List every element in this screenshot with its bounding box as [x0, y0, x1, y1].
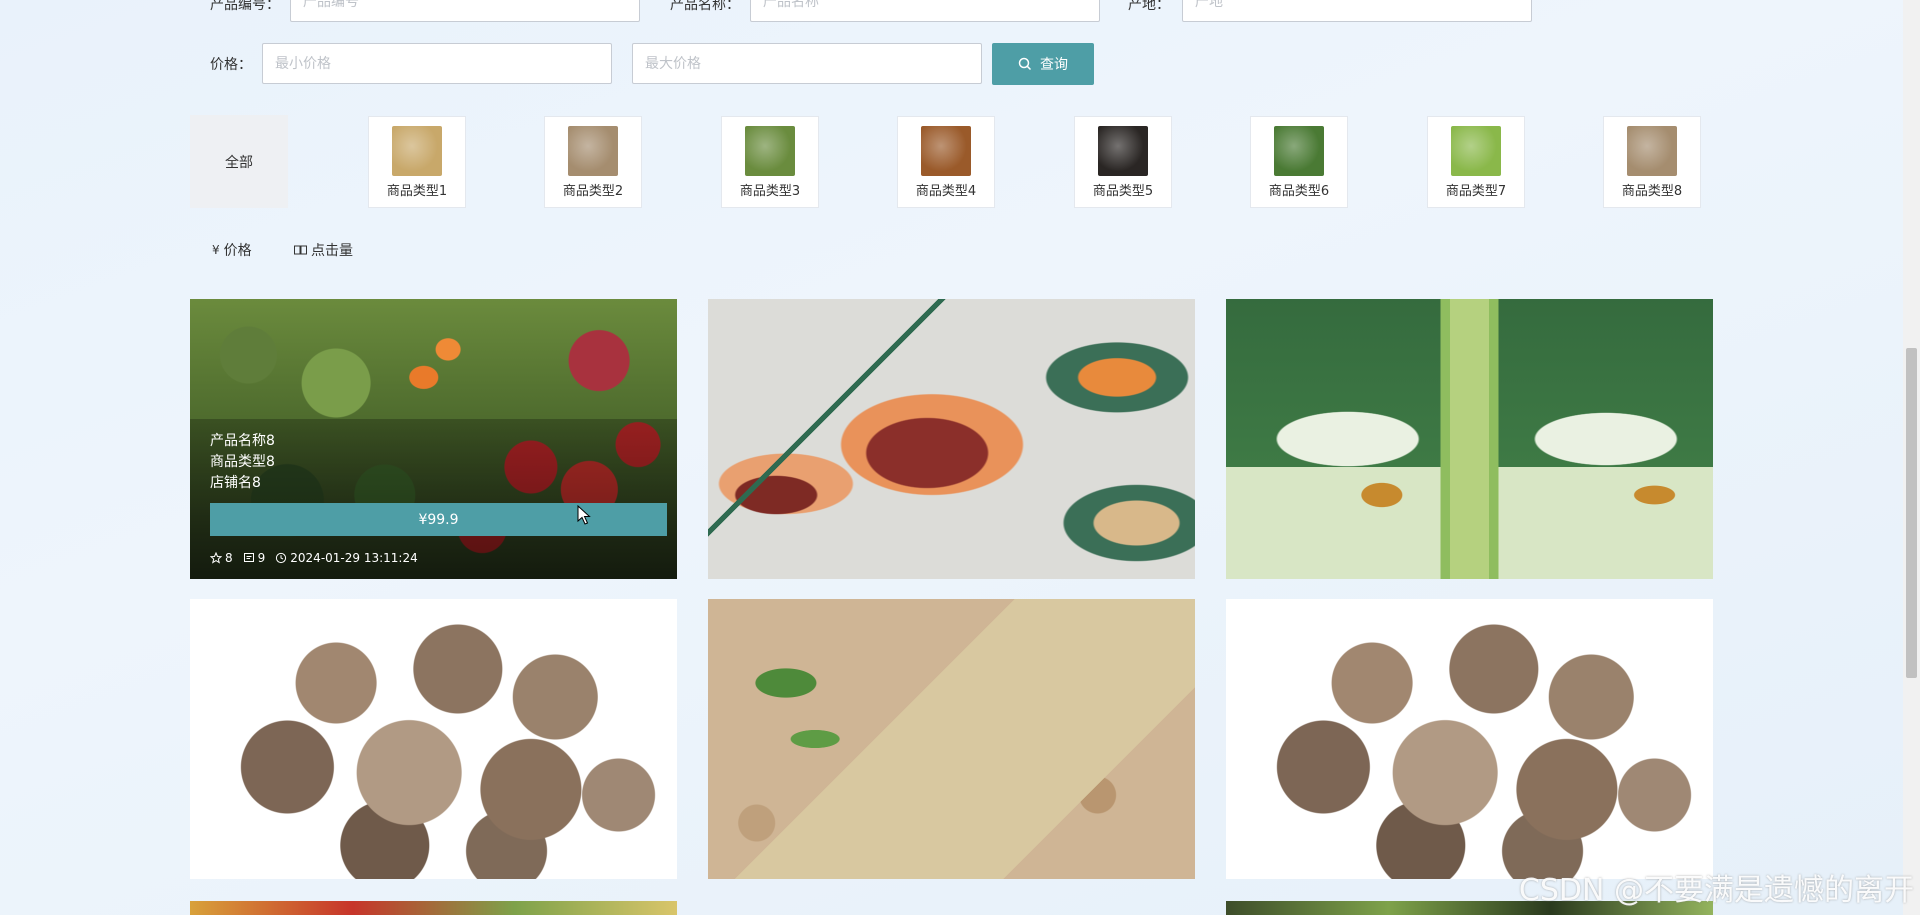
category-item[interactable]: 商品类型6 — [1250, 116, 1348, 208]
product-card[interactable] — [1226, 299, 1713, 579]
product-price: ¥99.9 — [418, 511, 459, 528]
price-label: 价格： — [210, 57, 252, 73]
category-item[interactable]: 商品类型2 — [544, 116, 642, 208]
product-image — [708, 599, 1195, 879]
search-icon — [1018, 57, 1032, 71]
product-meta: 8 9 2024-01-29 13:11:24 — [210, 551, 418, 565]
category-item[interactable]: 商品类型7 — [1427, 116, 1525, 208]
product-card[interactable] — [1226, 599, 1713, 879]
category-thumbnail — [568, 126, 618, 176]
publish-time: 2024-01-29 13:11:24 — [290, 551, 418, 565]
category-thumbnail — [1451, 126, 1501, 176]
category-all[interactable]: 全部 — [190, 115, 288, 208]
mouse-cursor-icon — [577, 505, 591, 525]
star-icon — [210, 552, 222, 564]
product-image — [190, 599, 677, 879]
yen-icon: ¥ — [212, 243, 220, 257]
category-item[interactable]: 商品类型8 — [1603, 116, 1701, 208]
category-thumbnail — [745, 126, 795, 176]
product-name-label: 产品名称： — [670, 0, 740, 13]
category-thumbnail — [1098, 126, 1148, 176]
category-item[interactable]: 商品类型1 — [368, 116, 466, 208]
product-type: 商品类型8 — [210, 454, 275, 470]
price-bar[interactable]: ¥99.9 — [210, 503, 667, 536]
book-icon — [294, 245, 307, 255]
category-thumbnail — [1627, 126, 1677, 176]
category-item[interactable]: 商品类型5 — [1074, 116, 1172, 208]
product-code-label: 产品编号： — [210, 0, 280, 13]
click-count: 9 — [257, 551, 266, 565]
origin-input[interactable] — [1182, 0, 1532, 22]
category-label: 商品类型6 — [1268, 184, 1330, 199]
product-code-input[interactable] — [290, 0, 640, 22]
scrollbar-thumb[interactable] — [1906, 348, 1917, 678]
sort-price-label: 价格 — [223, 243, 252, 259]
category-all-label: 全部 — [225, 154, 253, 171]
category-thumbnail — [921, 126, 971, 176]
shop-name: 店铺名8 — [210, 475, 261, 491]
product-card[interactable] — [708, 299, 1195, 579]
category-item[interactable]: 商品类型3 — [721, 116, 819, 208]
category-label: 商品类型3 — [739, 184, 801, 199]
product-card[interactable]: 产品名称8 商品类型8 店铺名8 ¥99.9 8 9 2024-01-29 13… — [190, 299, 677, 579]
message-icon — [243, 553, 254, 562]
star-count: 8 — [225, 551, 233, 565]
clock-icon — [276, 552, 287, 564]
product-image — [1226, 599, 1713, 879]
product-image — [708, 299, 1195, 579]
sort-clicks-label: 点击量 — [311, 243, 353, 259]
product-name-input[interactable] — [750, 0, 1100, 22]
sort-clicks[interactable]: 点击量 — [294, 240, 353, 260]
product-card[interactable] — [190, 901, 677, 915]
category-thumbnail — [392, 126, 442, 176]
max-price-input[interactable] — [632, 43, 982, 84]
origin-label: 产地： — [1128, 0, 1170, 13]
category-item[interactable]: 商品类型4 — [897, 116, 995, 208]
product-card[interactable] — [190, 599, 677, 879]
product-image — [1226, 299, 1713, 579]
category-label: 商品类型7 — [1445, 184, 1507, 199]
query-button[interactable]: 查询 — [992, 43, 1094, 85]
category-label: 商品类型2 — [562, 184, 624, 199]
watermark: CSDN @不要满是遗憾的离开 — [1518, 873, 1914, 908]
category-label: 商品类型8 — [1621, 184, 1683, 199]
sort-price[interactable]: ¥ 价格 — [212, 240, 252, 260]
product-name: 产品名称8 — [210, 433, 275, 449]
category-label: 商品类型1 — [386, 184, 448, 199]
min-price-input[interactable] — [262, 43, 612, 84]
category-label: 商品类型5 — [1092, 184, 1154, 199]
product-card[interactable] — [708, 599, 1195, 879]
category-label: 商品类型4 — [915, 184, 977, 199]
category-thumbnail — [1274, 126, 1324, 176]
product-image — [190, 901, 677, 915]
query-button-label: 查询 — [1040, 57, 1068, 73]
